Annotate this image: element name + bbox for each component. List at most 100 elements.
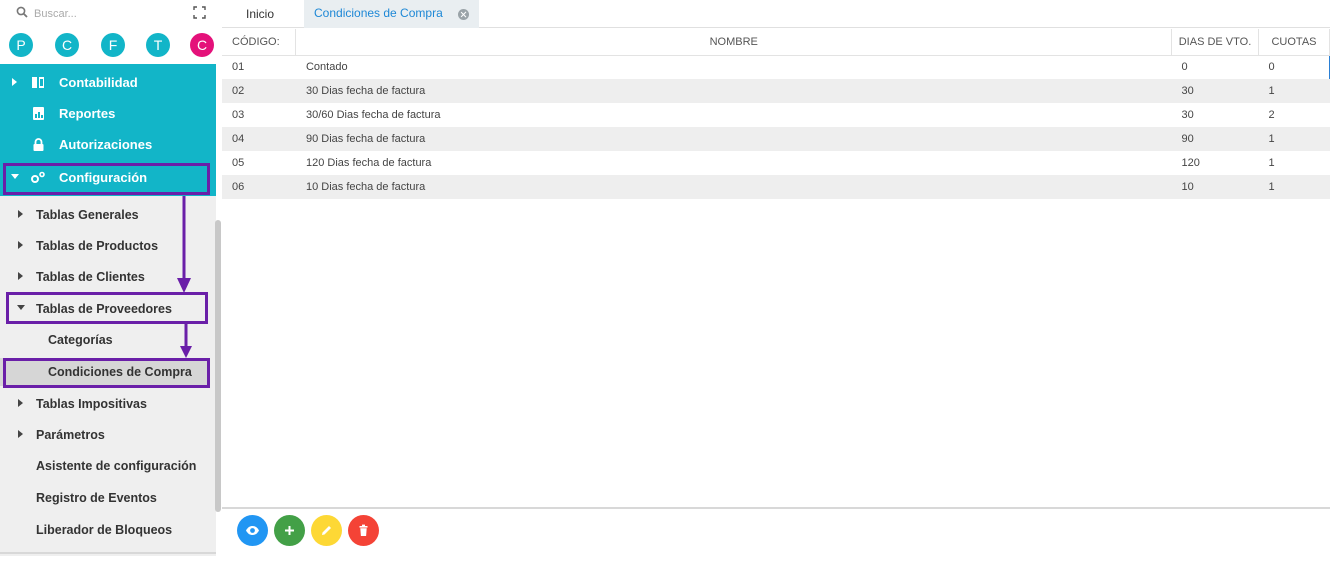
table-row[interactable]: 02 30 Dias fecha de factura 30 1	[222, 79, 1330, 103]
sidebar-scrollbar[interactable]	[215, 220, 221, 512]
module-t-button[interactable]: T	[146, 33, 170, 57]
cell-cuotas: 1	[1258, 175, 1330, 199]
trash-icon	[359, 524, 368, 536]
cell-nombre: Contado	[295, 54, 1172, 79]
submenu-registro-eventos[interactable]: Registro de Eventos	[0, 482, 210, 513]
cell-dias: 90	[1171, 127, 1259, 151]
view-button[interactable]	[237, 515, 268, 546]
data-table: CÓDIGO: NOMBRE DIAS DE VTO. CUOTAS 01 Co…	[222, 29, 1330, 199]
submenu-asistente[interactable]: Asistente de configuración	[0, 450, 210, 481]
menu-item-label: Configuración	[59, 170, 148, 185]
submenu-label: Parámetros	[36, 428, 105, 442]
submenu-tablas-impositivas[interactable]: Tablas Impositivas	[0, 388, 210, 419]
close-icon[interactable]	[458, 9, 469, 20]
table-row[interactable]: 05 120 Dias fecha de factura 120 1	[222, 151, 1330, 175]
column-header-nombre[interactable]: NOMBRE	[295, 29, 1173, 56]
caret-right-icon	[18, 430, 23, 438]
submenu-configuracion: Tablas Generales Tablas de Productos Tab…	[0, 196, 216, 556]
submenu-liberador-bloqueos[interactable]: Liberador de Bloqueos	[0, 514, 210, 545]
lock-icon	[33, 138, 44, 151]
caret-down-icon	[17, 305, 25, 310]
menu-item-reportes[interactable]: Reportes	[0, 98, 216, 129]
submenu-label: Condiciones de Compra	[48, 365, 192, 379]
cell-codigo: 04	[222, 127, 296, 151]
edit-button[interactable]	[311, 515, 342, 546]
submenu-categorias[interactable]: Categorías	[0, 324, 210, 355]
book-icon	[32, 77, 44, 88]
cell-nombre: 30 Dias fecha de factura	[295, 79, 1172, 103]
module-c-active-button[interactable]: C	[190, 33, 214, 57]
submenu-parametros[interactable]: Parámetros	[0, 419, 210, 450]
main-menu: Contabilidad Reportes Autorizaciones Con…	[0, 64, 216, 196]
search-input[interactable]	[34, 4, 174, 24]
search-bar	[0, 0, 222, 28]
cell-nombre: 30/60 Dias fecha de factura	[295, 103, 1172, 127]
table-row[interactable]: 03 30/60 Dias fecha de factura 30 2	[222, 103, 1330, 127]
tab-label: Inicio	[246, 7, 275, 21]
submenu-tablas-proveedores[interactable]: Tablas de Proveedores	[0, 293, 210, 324]
add-button[interactable]	[274, 515, 305, 546]
submenu-label: Tablas de Clientes	[36, 270, 145, 284]
eye-icon	[246, 526, 259, 535]
footer-divider	[222, 507, 1330, 509]
cell-cuotas: 0	[1258, 54, 1330, 79]
caret-right-icon	[18, 210, 23, 218]
plus-icon	[285, 526, 294, 535]
cell-dias: 30	[1171, 103, 1259, 127]
caret-down-icon	[11, 174, 19, 179]
module-f-button[interactable]: F	[101, 33, 125, 57]
menu-item-label: Reportes	[59, 106, 116, 121]
submenu-tablas-clientes[interactable]: Tablas de Clientes	[0, 261, 210, 292]
tab-inicio[interactable]: Inicio	[234, 0, 292, 28]
cell-codigo: 03	[222, 103, 296, 127]
submenu-label: Tablas de Proveedores	[36, 302, 172, 316]
submenu-label: Asistente de configuración	[36, 459, 197, 473]
sidebar-divider	[0, 552, 216, 554]
column-header-codigo[interactable]: CÓDIGO:	[222, 29, 297, 56]
module-shortcuts: P C F T C	[0, 28, 222, 64]
main-content: Inicio Condiciones de Compra CÓDIGO: NOM…	[222, 0, 1330, 577]
tab-label: Condiciones de Compra	[314, 6, 443, 20]
search-icon	[16, 6, 28, 18]
module-p-button[interactable]: P	[9, 33, 33, 57]
submenu-condiciones-compra[interactable]: Condiciones de Compra	[0, 358, 210, 386]
delete-button[interactable]	[348, 515, 379, 546]
cell-dias: 0	[1171, 54, 1259, 79]
menu-item-autorizaciones[interactable]: Autorizaciones	[0, 129, 216, 160]
table-header-row: CÓDIGO: NOMBRE DIAS DE VTO. CUOTAS	[222, 29, 1330, 56]
cell-nombre: 90 Dias fecha de factura	[295, 127, 1172, 151]
module-c-button[interactable]: C	[55, 33, 79, 57]
caret-right-icon	[18, 241, 23, 249]
sidebar: P C F T C Contabilidad Reportes Autoriza…	[0, 0, 222, 577]
column-header-cuotas[interactable]: CUOTAS	[1258, 29, 1330, 56]
report-icon	[33, 107, 44, 120]
cell-dias: 30	[1171, 79, 1259, 103]
fullscreen-icon[interactable]	[193, 6, 206, 19]
menu-item-label: Contabilidad	[59, 75, 138, 90]
submenu-tablas-generales[interactable]: Tablas Generales	[0, 199, 210, 230]
cell-codigo: 06	[222, 175, 296, 199]
menu-item-configuracion[interactable]: Configuración	[0, 162, 216, 193]
menu-item-contabilidad[interactable]: Contabilidad	[0, 67, 216, 98]
caret-right-icon	[12, 78, 17, 86]
table-row[interactable]: 04 90 Dias fecha de factura 90 1	[222, 127, 1330, 151]
cell-nombre: 10 Dias fecha de factura	[295, 175, 1172, 199]
submenu-label: Categorías	[48, 333, 113, 347]
caret-right-icon	[18, 272, 23, 280]
cell-cuotas: 1	[1258, 127, 1330, 151]
submenu-label: Registro de Eventos	[36, 491, 157, 505]
cell-cuotas: 1	[1258, 151, 1330, 175]
tab-condiciones-compra[interactable]: Condiciones de Compra	[304, 0, 479, 28]
app-window: P C F T C Contabilidad Reportes Autoriza…	[0, 0, 1330, 577]
cell-nombre: 120 Dias fecha de factura	[295, 151, 1172, 175]
table-row[interactable]: 06 10 Dias fecha de factura 10 1	[222, 175, 1330, 199]
column-header-dias[interactable]: DIAS DE VTO.	[1171, 29, 1259, 56]
submenu-tablas-productos[interactable]: Tablas de Productos	[0, 230, 210, 261]
pencil-icon	[322, 526, 331, 535]
menu-item-label: Autorizaciones	[59, 137, 153, 152]
tab-bar: Inicio Condiciones de Compra	[222, 0, 1330, 28]
cell-codigo: 02	[222, 79, 296, 103]
caret-right-icon	[18, 399, 23, 407]
gears-icon	[31, 171, 45, 183]
table-row[interactable]: 01 Contado 0 0	[222, 54, 1330, 79]
